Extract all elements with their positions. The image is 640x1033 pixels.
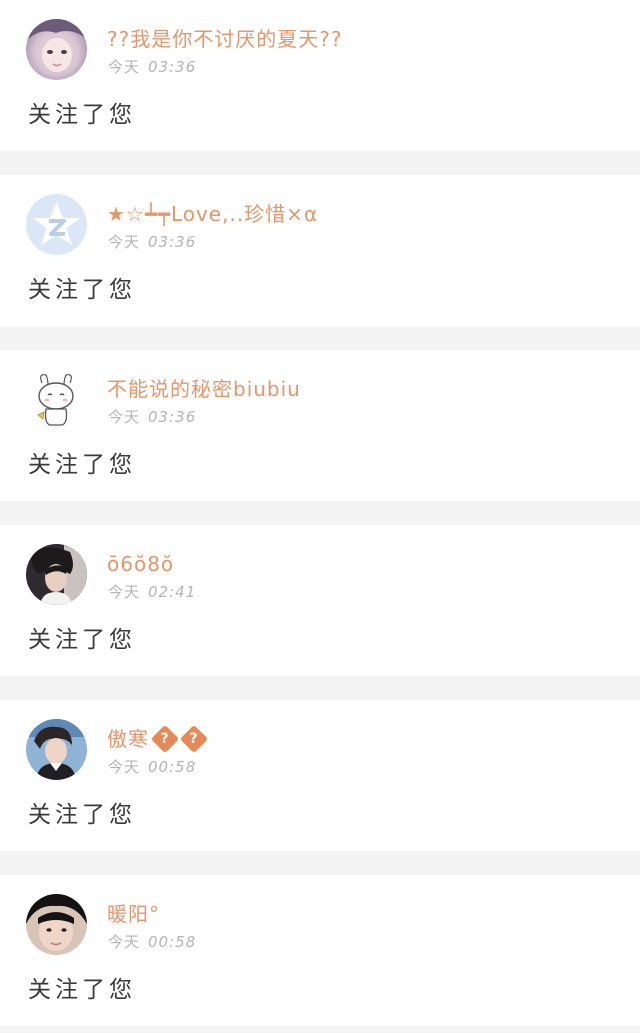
avatar[interactable]	[26, 719, 87, 780]
timestamp-time: 03:36	[148, 233, 197, 251]
timestamp-day: 今天	[108, 58, 141, 76]
boy-closeup-avatar	[26, 894, 87, 955]
timestamp: 今天 03:36	[108, 407, 196, 427]
timestamp: 今天 00:58	[108, 757, 196, 777]
girl-photo-avatar	[26, 19, 87, 80]
username[interactable]: ??我是你不讨厌的夏天??	[107, 25, 342, 53]
list-item[interactable]: ??我是你不讨厌的夏天?? 今天 03:36 关注了您	[0, 0, 640, 151]
cartoon-bunny-avatar	[26, 369, 87, 430]
avatar[interactable]	[26, 544, 87, 605]
timestamp: 今天 00:58	[108, 932, 196, 952]
notification-message: 关注了您	[28, 627, 136, 653]
timestamp: 今天 03:36	[108, 57, 196, 77]
timestamp: 今天 03:36	[108, 232, 196, 252]
list-item[interactable]: 不能说的秘密biubiu 今天 03:36 关注了您	[0, 350, 640, 501]
qzone-default-avatar	[26, 194, 87, 255]
avatar[interactable]	[26, 369, 87, 430]
notification-message: 关注了您	[28, 452, 136, 478]
timestamp-day: 今天	[108, 233, 141, 251]
timestamp-time: 02:41	[148, 583, 197, 601]
boy-blue-background-avatar	[26, 719, 87, 780]
notification-message: 关注了您	[28, 102, 136, 128]
avatar[interactable]	[26, 194, 87, 255]
notification-message: 关注了您	[28, 277, 136, 303]
avatar[interactable]	[26, 19, 87, 80]
timestamp-day: 今天	[108, 758, 141, 776]
list-item[interactable]: ō6ŏ8ŏ 今天 02:41 关注了您	[0, 525, 640, 676]
username-text: 傲寒	[107, 727, 149, 751]
list-item[interactable]: 暖阳° 今天 00:58 关注了您	[0, 875, 640, 1026]
boy-photo-avatar	[26, 544, 87, 605]
username[interactable]: ō6ŏ8ŏ	[107, 550, 174, 578]
unknown-glyph-icon: ?	[150, 724, 180, 753]
notification-list: ??我是你不讨厌的夏天?? 今天 03:36 关注了您 ★☆┷┯Love,..珍惜…	[0, 0, 640, 1026]
username[interactable]: 暖阳°	[107, 900, 160, 928]
timestamp-day: 今天	[108, 933, 141, 951]
timestamp-day: 今天	[108, 408, 141, 426]
avatar[interactable]	[26, 894, 87, 955]
username[interactable]: ★☆┷┯Love,..珍惜×α	[107, 200, 318, 228]
timestamp-time: 00:58	[148, 758, 197, 776]
notification-message: 关注了您	[28, 977, 136, 1003]
timestamp-time: 03:36	[148, 408, 197, 426]
timestamp: 今天 02:41	[108, 582, 196, 602]
timestamp-day: 今天	[108, 583, 141, 601]
timestamp-time: 00:58	[148, 933, 197, 951]
username[interactable]: 不能说的秘密biubiu	[107, 375, 301, 403]
username[interactable]: 傲寒??	[107, 724, 209, 753]
timestamp-time: 03:36	[148, 58, 197, 76]
notification-message: 关注了您	[28, 802, 136, 828]
list-item[interactable]: 傲寒?? 今天 00:58 关注了您	[0, 700, 640, 851]
list-item[interactable]: ★☆┷┯Love,..珍惜×α 今天 03:36 关注了您	[0, 175, 640, 326]
unknown-glyph-icon: ?	[179, 724, 209, 753]
